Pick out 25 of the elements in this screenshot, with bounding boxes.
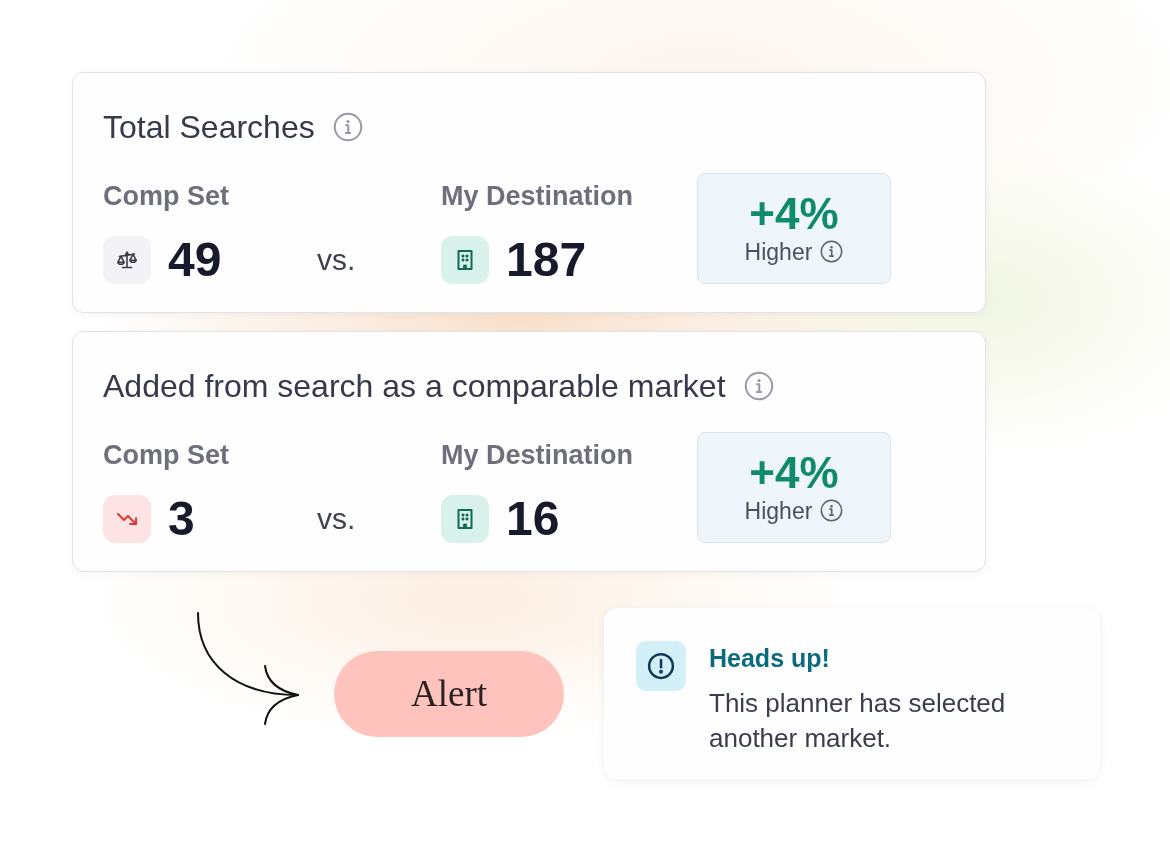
change-label: Higher xyxy=(744,237,813,266)
metric-value: 16 xyxy=(506,493,560,545)
metric-label: My Destination xyxy=(441,180,634,212)
info-icon xyxy=(332,112,363,142)
change-value: +4% xyxy=(749,190,839,237)
metric-value: 49 xyxy=(168,234,222,286)
versus-text: vs. xyxy=(317,243,356,277)
metric-label: Comp Set xyxy=(103,180,229,212)
change-label: Higher xyxy=(744,496,813,525)
card-title: Total Searches xyxy=(103,109,315,145)
metric-label: My Destination xyxy=(441,439,634,471)
versus-text: vs. xyxy=(317,502,356,536)
notice-title: Heads up! xyxy=(709,643,830,673)
metric-value: 187 xyxy=(506,234,587,286)
info-icon xyxy=(820,499,844,522)
info-icon xyxy=(820,240,844,263)
metric-value: 3 xyxy=(168,493,195,545)
change-value: +4% xyxy=(749,449,839,496)
alert-tag: Alert xyxy=(334,650,564,737)
notice-message: This planner has selected another market. xyxy=(709,687,1007,755)
card-title: Added from search as a comparable market xyxy=(103,368,726,404)
info-icon xyxy=(743,371,774,401)
metric-label: Comp Set xyxy=(103,439,229,471)
building-icon xyxy=(441,236,489,284)
building-icon xyxy=(441,495,489,543)
